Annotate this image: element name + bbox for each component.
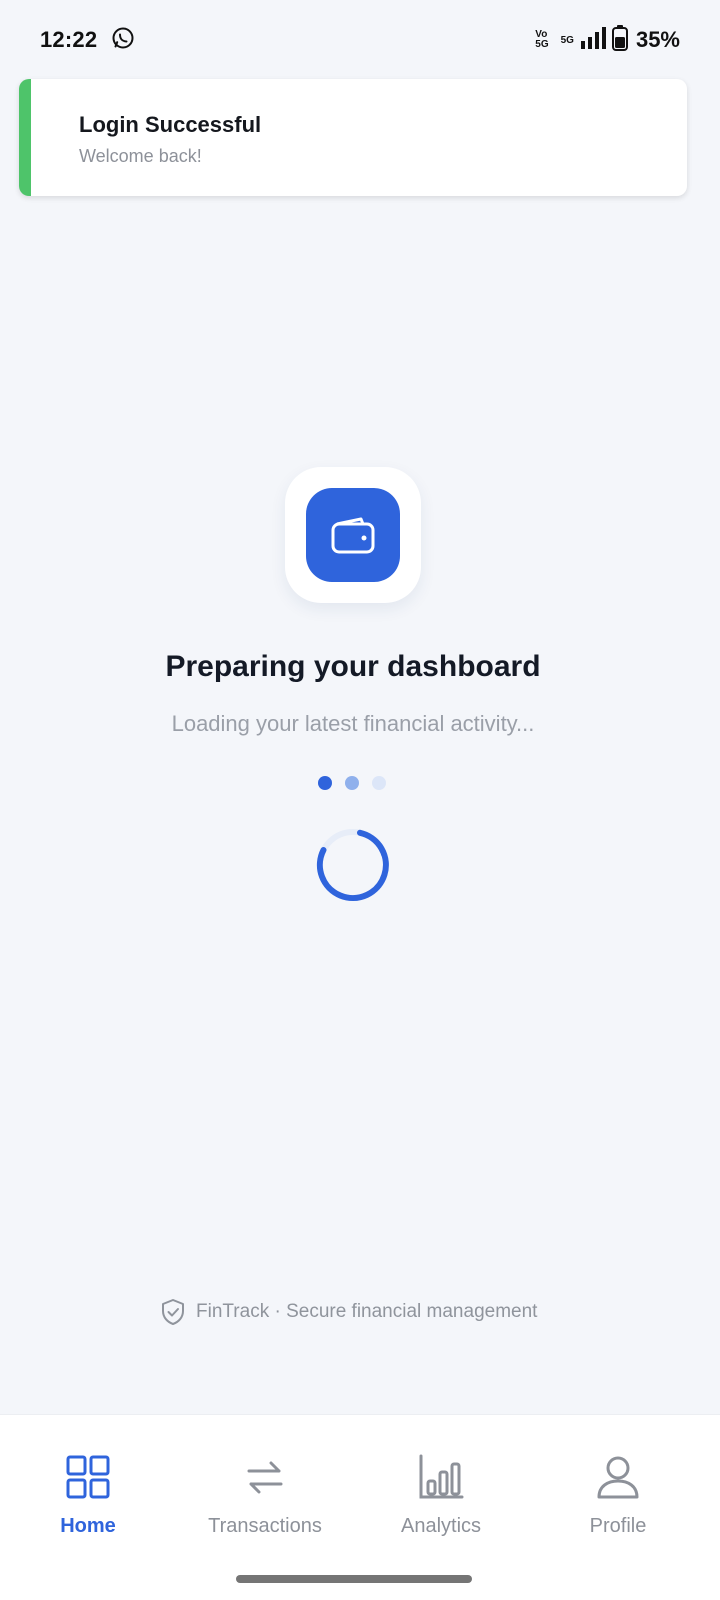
nav-transactions-label: Transactions [208,1515,322,1537]
battery-percentage: 35% [635,27,680,52]
user-icon [596,1453,640,1501]
network-type: 5G [560,34,574,46]
nav-transactions[interactable]: Transactions [177,1453,353,1538]
loading-subheading: Loading your latest financial activity..… [171,711,535,736]
signal-icon [580,26,606,55]
wallet-icon [331,517,375,554]
progress-dot [372,776,386,790]
shield-check-icon [162,1299,184,1325]
volte-indicator: Vo 5G [535,30,548,50]
security-footer: FinTrack · Secure financial management [160,1298,537,1326]
status-right: Vo 5G 5G 35% [535,24,680,56]
volte-bottom: 5G [535,39,549,50]
progress-dot [318,776,332,790]
loading-spinner [316,829,389,901]
nav-home-label: Home [60,1515,116,1537]
nav-analytics-label: Analytics [400,1515,482,1537]
loading-heading: Preparing your dashboard [165,650,541,683]
gesture-home-indicator[interactable] [236,1575,472,1583]
screen: 12:22 Vo 5G 5G 35% Login Successful Welc… [0,0,720,1600]
toast-title: Login Successful [79,112,262,137]
progress-dots [318,776,386,790]
app-logo [306,488,400,582]
app-logo-tile [285,467,421,603]
nav-profile-label: Profile [589,1515,647,1537]
battery-icon [611,24,628,56]
toast-accent-bar [19,79,31,196]
bottom-navigation: Home Transactions Analytics Profile [0,1414,720,1600]
login-success-toast[interactable]: Login Successful Welcome back! [19,79,687,196]
status-bar: 12:22 Vo 5G 5G 35% [0,0,720,80]
status-time: 12:22 [40,27,98,52]
security-footer-text: FinTrack · Secure financial management [196,1301,538,1322]
progress-dot [345,776,359,790]
nav-profile[interactable]: Profile [530,1453,706,1538]
toast-message: Welcome back! [79,146,202,166]
swap-arrows-icon [245,1453,285,1501]
nav-analytics[interactable]: Analytics [353,1453,529,1538]
whatsapp-icon [111,26,135,55]
nav-home[interactable]: Home [0,1453,176,1538]
grid-icon [66,1453,110,1501]
status-left: 12:22 [40,26,135,55]
bar-chart-icon [418,1453,464,1501]
